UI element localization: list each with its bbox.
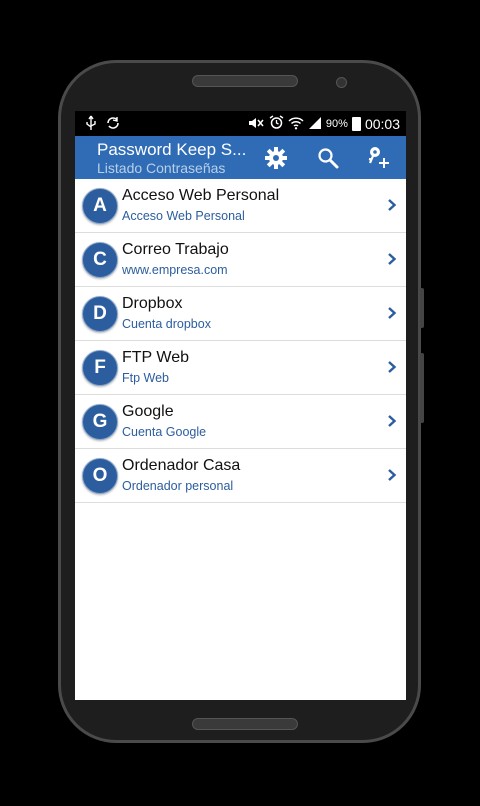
- sync-icon: [105, 115, 121, 134]
- volume-button: [420, 288, 424, 328]
- chevron-right-icon: [388, 307, 397, 319]
- add-key-button[interactable]: [366, 145, 392, 171]
- item-title: FTP Web: [122, 349, 189, 366]
- letter-avatar: D: [82, 296, 118, 332]
- item-subtitle: Ordenador personal: [122, 479, 234, 493]
- chevron-right-icon: [388, 253, 397, 265]
- letter-avatar: G: [82, 404, 118, 440]
- search-button[interactable]: [315, 145, 341, 171]
- chevron-right-icon: [388, 199, 397, 211]
- item-subtitle: Cuenta dropbox: [122, 317, 211, 331]
- mute-icon: [247, 116, 265, 133]
- usb-icon: [85, 115, 97, 134]
- list-item[interactable]: G Google Cuenta Google: [75, 395, 406, 449]
- earpiece-speaker: [192, 75, 298, 87]
- letter-avatar: A: [82, 188, 118, 224]
- item-subtitle: Acceso Web Personal: [122, 209, 245, 223]
- item-subtitle: www.empresa.com: [122, 263, 228, 277]
- letter-avatar: O: [82, 458, 118, 494]
- signal-icon: [308, 116, 322, 133]
- item-title: Google: [122, 403, 174, 420]
- chevron-right-icon: [388, 361, 397, 373]
- power-button: [420, 353, 424, 423]
- item-title: Ordenador Casa: [122, 457, 241, 474]
- letter-avatar: F: [82, 350, 118, 386]
- password-list: A Acceso Web Personal Acceso Web Persona…: [75, 179, 406, 503]
- front-camera: [336, 77, 347, 88]
- list-item[interactable]: D Dropbox Cuenta dropbox: [75, 287, 406, 341]
- clock: 00:03: [364, 116, 400, 132]
- action-bar: Password Keep S... Listado Contraseñas: [75, 136, 406, 179]
- alarm-icon: [269, 115, 284, 133]
- list-item[interactable]: O Ordenador Casa Ordenador personal: [75, 449, 406, 503]
- app-title: Password Keep S...: [97, 140, 247, 159]
- item-subtitle: Ftp Web: [122, 371, 170, 385]
- list-item[interactable]: F FTP Web Ftp Web: [75, 341, 406, 395]
- item-title: Dropbox: [122, 295, 183, 312]
- gear-icon: [265, 147, 287, 169]
- search-icon: [318, 148, 339, 169]
- bottom-speaker: [192, 718, 298, 730]
- add-key-icon: [368, 147, 389, 168]
- battery-icon: [351, 117, 361, 131]
- wifi-icon: [288, 116, 304, 133]
- item-title: Acceso Web Personal: [122, 187, 280, 204]
- item-subtitle: Cuenta Google: [122, 425, 207, 439]
- app-subtitle: Listado Contraseñas: [97, 160, 226, 176]
- chevron-right-icon: [388, 469, 397, 481]
- item-title: Correo Trabajo: [122, 241, 229, 258]
- settings-button[interactable]: [263, 145, 289, 171]
- battery-percent: 90%: [325, 118, 348, 130]
- list-item[interactable]: A Acceso Web Personal Acceso Web Persona…: [75, 179, 406, 233]
- screen: 90% 00:03 Password Keep S... Listado Con…: [75, 111, 406, 700]
- list-item[interactable]: C Correo Trabajo www.empresa.com: [75, 233, 406, 287]
- letter-avatar: C: [82, 242, 118, 278]
- status-bar: 90% 00:03: [75, 111, 406, 136]
- chevron-right-icon: [388, 415, 397, 427]
